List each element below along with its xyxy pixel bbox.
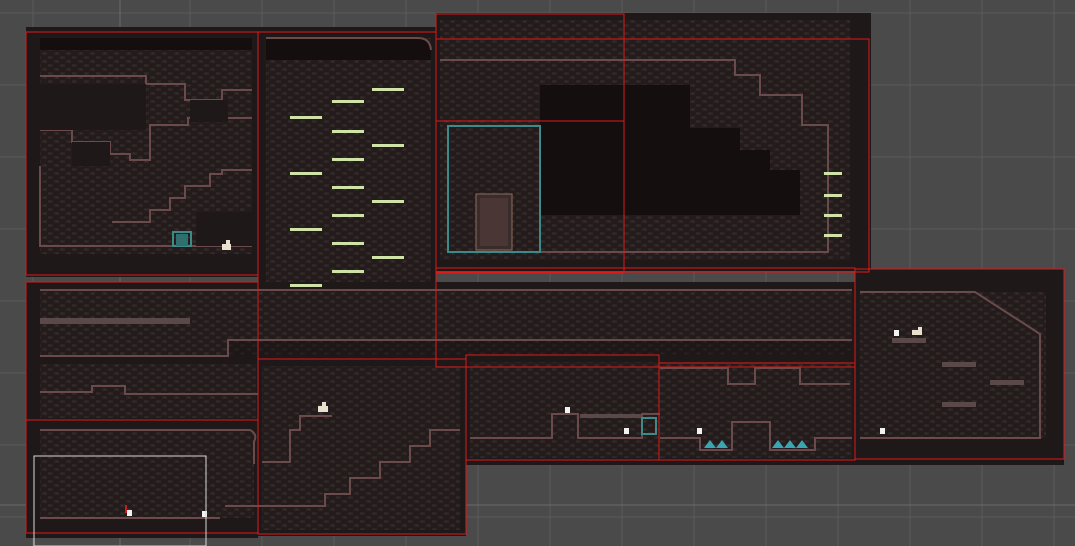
spawn-marker-3 [565,407,570,413]
spawn-marker-1 [127,510,132,516]
save-statue[interactable] [176,234,188,246]
level-editor-viewport[interactable] [0,0,1075,546]
spawn-marker-6 [880,428,885,434]
spawn-marker-4 [624,428,629,434]
spawn-marker-5 [697,428,702,434]
